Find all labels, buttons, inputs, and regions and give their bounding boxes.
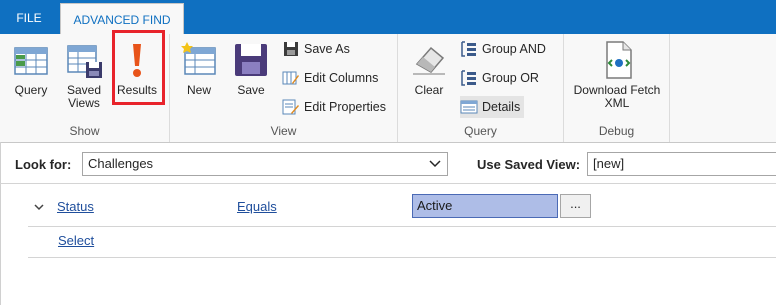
details-label: Details: [482, 100, 521, 114]
group-or-label: Group OR: [482, 71, 539, 85]
group-debug: Download Fetch XML Debug: [564, 34, 670, 142]
download-fetch-xml-button[interactable]: Download Fetch XML: [568, 40, 666, 110]
clear-label: Clear: [414, 83, 444, 97]
saved-views-label: Saved Views: [66, 83, 102, 110]
edit-properties-label: Edit Properties: [304, 100, 386, 114]
eraser-icon: [409, 40, 449, 80]
edit-properties-button[interactable]: Edit Properties: [282, 96, 386, 118]
lookfor-value: Challenges: [88, 156, 154, 171]
group-or-icon: [460, 69, 478, 87]
lookup-ellipsis-button[interactable]: ...: [560, 194, 591, 218]
saved-view-label: Use Saved View:: [477, 157, 581, 172]
saved-views-icon: [64, 40, 104, 80]
edit-columns-label: Edit Columns: [304, 71, 379, 85]
group-and-icon: [460, 40, 478, 58]
new-button[interactable]: New: [176, 40, 222, 97]
collapse-chevron-icon[interactable]: [34, 200, 44, 211]
save-button[interactable]: Save: [228, 40, 274, 97]
edit-columns-button[interactable]: Edit Columns: [282, 67, 378, 89]
group-label-view: View: [270, 124, 297, 138]
saved-views-button[interactable]: Saved Views: [60, 40, 108, 110]
clear-button[interactable]: Clear: [406, 40, 452, 97]
criteria-row: Status Equals Active ...: [0, 191, 776, 223]
save-as-label: Save As: [304, 42, 350, 56]
ribbon-tab-bar: FILE ADVANCED FIND: [0, 0, 776, 34]
edit-properties-icon: [282, 98, 300, 116]
floppy-disk-icon: [231, 40, 271, 80]
save-as-icon: [282, 40, 300, 58]
group-view: New Save Save As Edit Columns Edit Prope…: [170, 34, 398, 142]
lookfor-label: Look for:: [15, 157, 72, 172]
criteria-field-link[interactable]: Status: [57, 199, 94, 214]
lookfor-bar: Look for: Challenges Use Saved View: [ne…: [0, 143, 776, 184]
saved-view-value: [new]: [593, 156, 625, 171]
query-grid-icon: [11, 40, 51, 80]
lookfor-select[interactable]: Challenges: [82, 152, 448, 176]
query-button[interactable]: Query: [6, 40, 56, 97]
group-and-button[interactable]: Group AND: [460, 38, 546, 60]
download-fetch-xml-label: Download Fetch XML: [573, 83, 661, 110]
group-label-debug: Debug: [598, 124, 635, 138]
save-label: Save: [237, 83, 265, 97]
chevron-down-icon: [429, 153, 441, 182]
tab-file[interactable]: FILE: [0, 0, 58, 34]
criteria-value-field[interactable]: Active: [412, 194, 558, 218]
new-label: New: [186, 83, 211, 97]
group-label-show: Show: [69, 124, 100, 138]
saved-view-select[interactable]: [new]: [587, 152, 776, 176]
query-label: Query: [14, 83, 48, 97]
results-highlight-box: [112, 30, 165, 105]
save-as-button[interactable]: Save As: [282, 38, 350, 60]
details-icon: [460, 98, 478, 116]
criteria-operator-link[interactable]: Equals: [237, 199, 277, 214]
details-button[interactable]: Details: [460, 96, 525, 118]
fetch-xml-file-icon: [597, 40, 637, 80]
group-and-label: Group AND: [482, 42, 546, 56]
edit-columns-icon: [282, 69, 300, 87]
group-label-query: Query: [464, 124, 497, 138]
select-row: Select: [28, 226, 776, 258]
select-link[interactable]: Select: [58, 233, 94, 248]
group-or-button[interactable]: Group OR: [460, 67, 539, 89]
group-query: Clear Group AND Group OR Details Query: [398, 34, 564, 142]
new-view-icon: [179, 40, 219, 80]
